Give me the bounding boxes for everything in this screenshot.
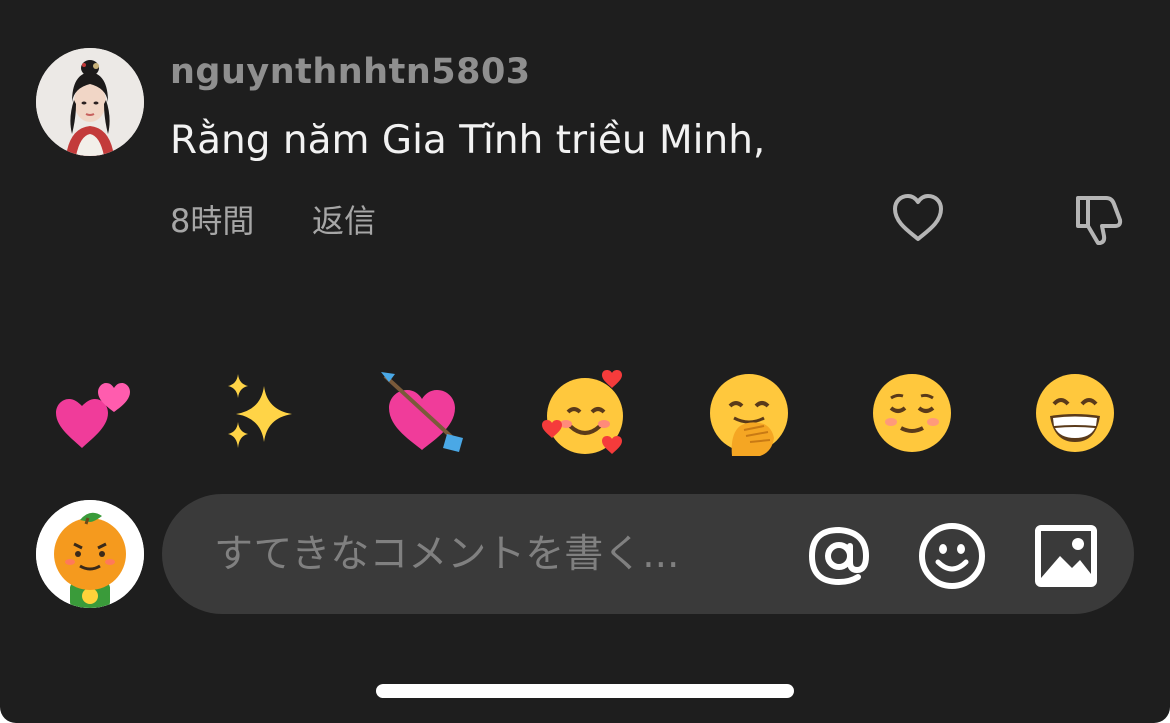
comment-sheet: nguynthnhtn5803 Rằng năm Gia Tĩnh triều … — [0, 0, 1170, 723]
thumbs-down-outline-icon — [1076, 196, 1123, 245]
my-avatar[interactable] — [36, 500, 144, 608]
smiley-face-icon — [919, 523, 985, 589]
quick-emoji-bar — [40, 368, 1130, 460]
like-button[interactable] — [890, 192, 946, 244]
dislike-button[interactable] — [1068, 192, 1128, 248]
reply-button[interactable]: 返信 — [312, 196, 376, 242]
comment-text: Rằng năm Gia Tĩnh triều Minh, — [170, 118, 766, 163]
emoji-picker-button[interactable] — [916, 520, 988, 592]
at-sign-icon — [808, 526, 870, 586]
orange-mascot-avatar — [36, 500, 144, 608]
heart-outline-icon — [893, 194, 943, 241]
commenter-avatar[interactable] — [36, 48, 144, 156]
heart-with-arrow-emoji[interactable] — [377, 368, 467, 458]
comment-input[interactable] — [214, 528, 774, 580]
home-indicator — [376, 684, 794, 698]
comment-timestamp: 8時間 — [170, 202, 255, 240]
two-hearts-emoji[interactable] — [50, 368, 140, 458]
sparkles-emoji[interactable] — [214, 368, 304, 458]
face-with-hand-over-mouth-emoji[interactable] — [704, 368, 794, 458]
user-avatar-photo — [36, 48, 144, 156]
relieved-face-emoji[interactable] — [867, 368, 957, 458]
image-icon — [1035, 525, 1097, 587]
mention-button[interactable] — [802, 520, 874, 592]
beaming-face-emoji[interactable] — [1030, 368, 1120, 458]
attach-image-button[interactable] — [1032, 522, 1100, 590]
comment-composer — [162, 494, 1134, 614]
smiling-face-with-hearts-emoji[interactable] — [540, 368, 630, 458]
comment-username[interactable]: nguynthnhtn5803 — [170, 52, 531, 92]
